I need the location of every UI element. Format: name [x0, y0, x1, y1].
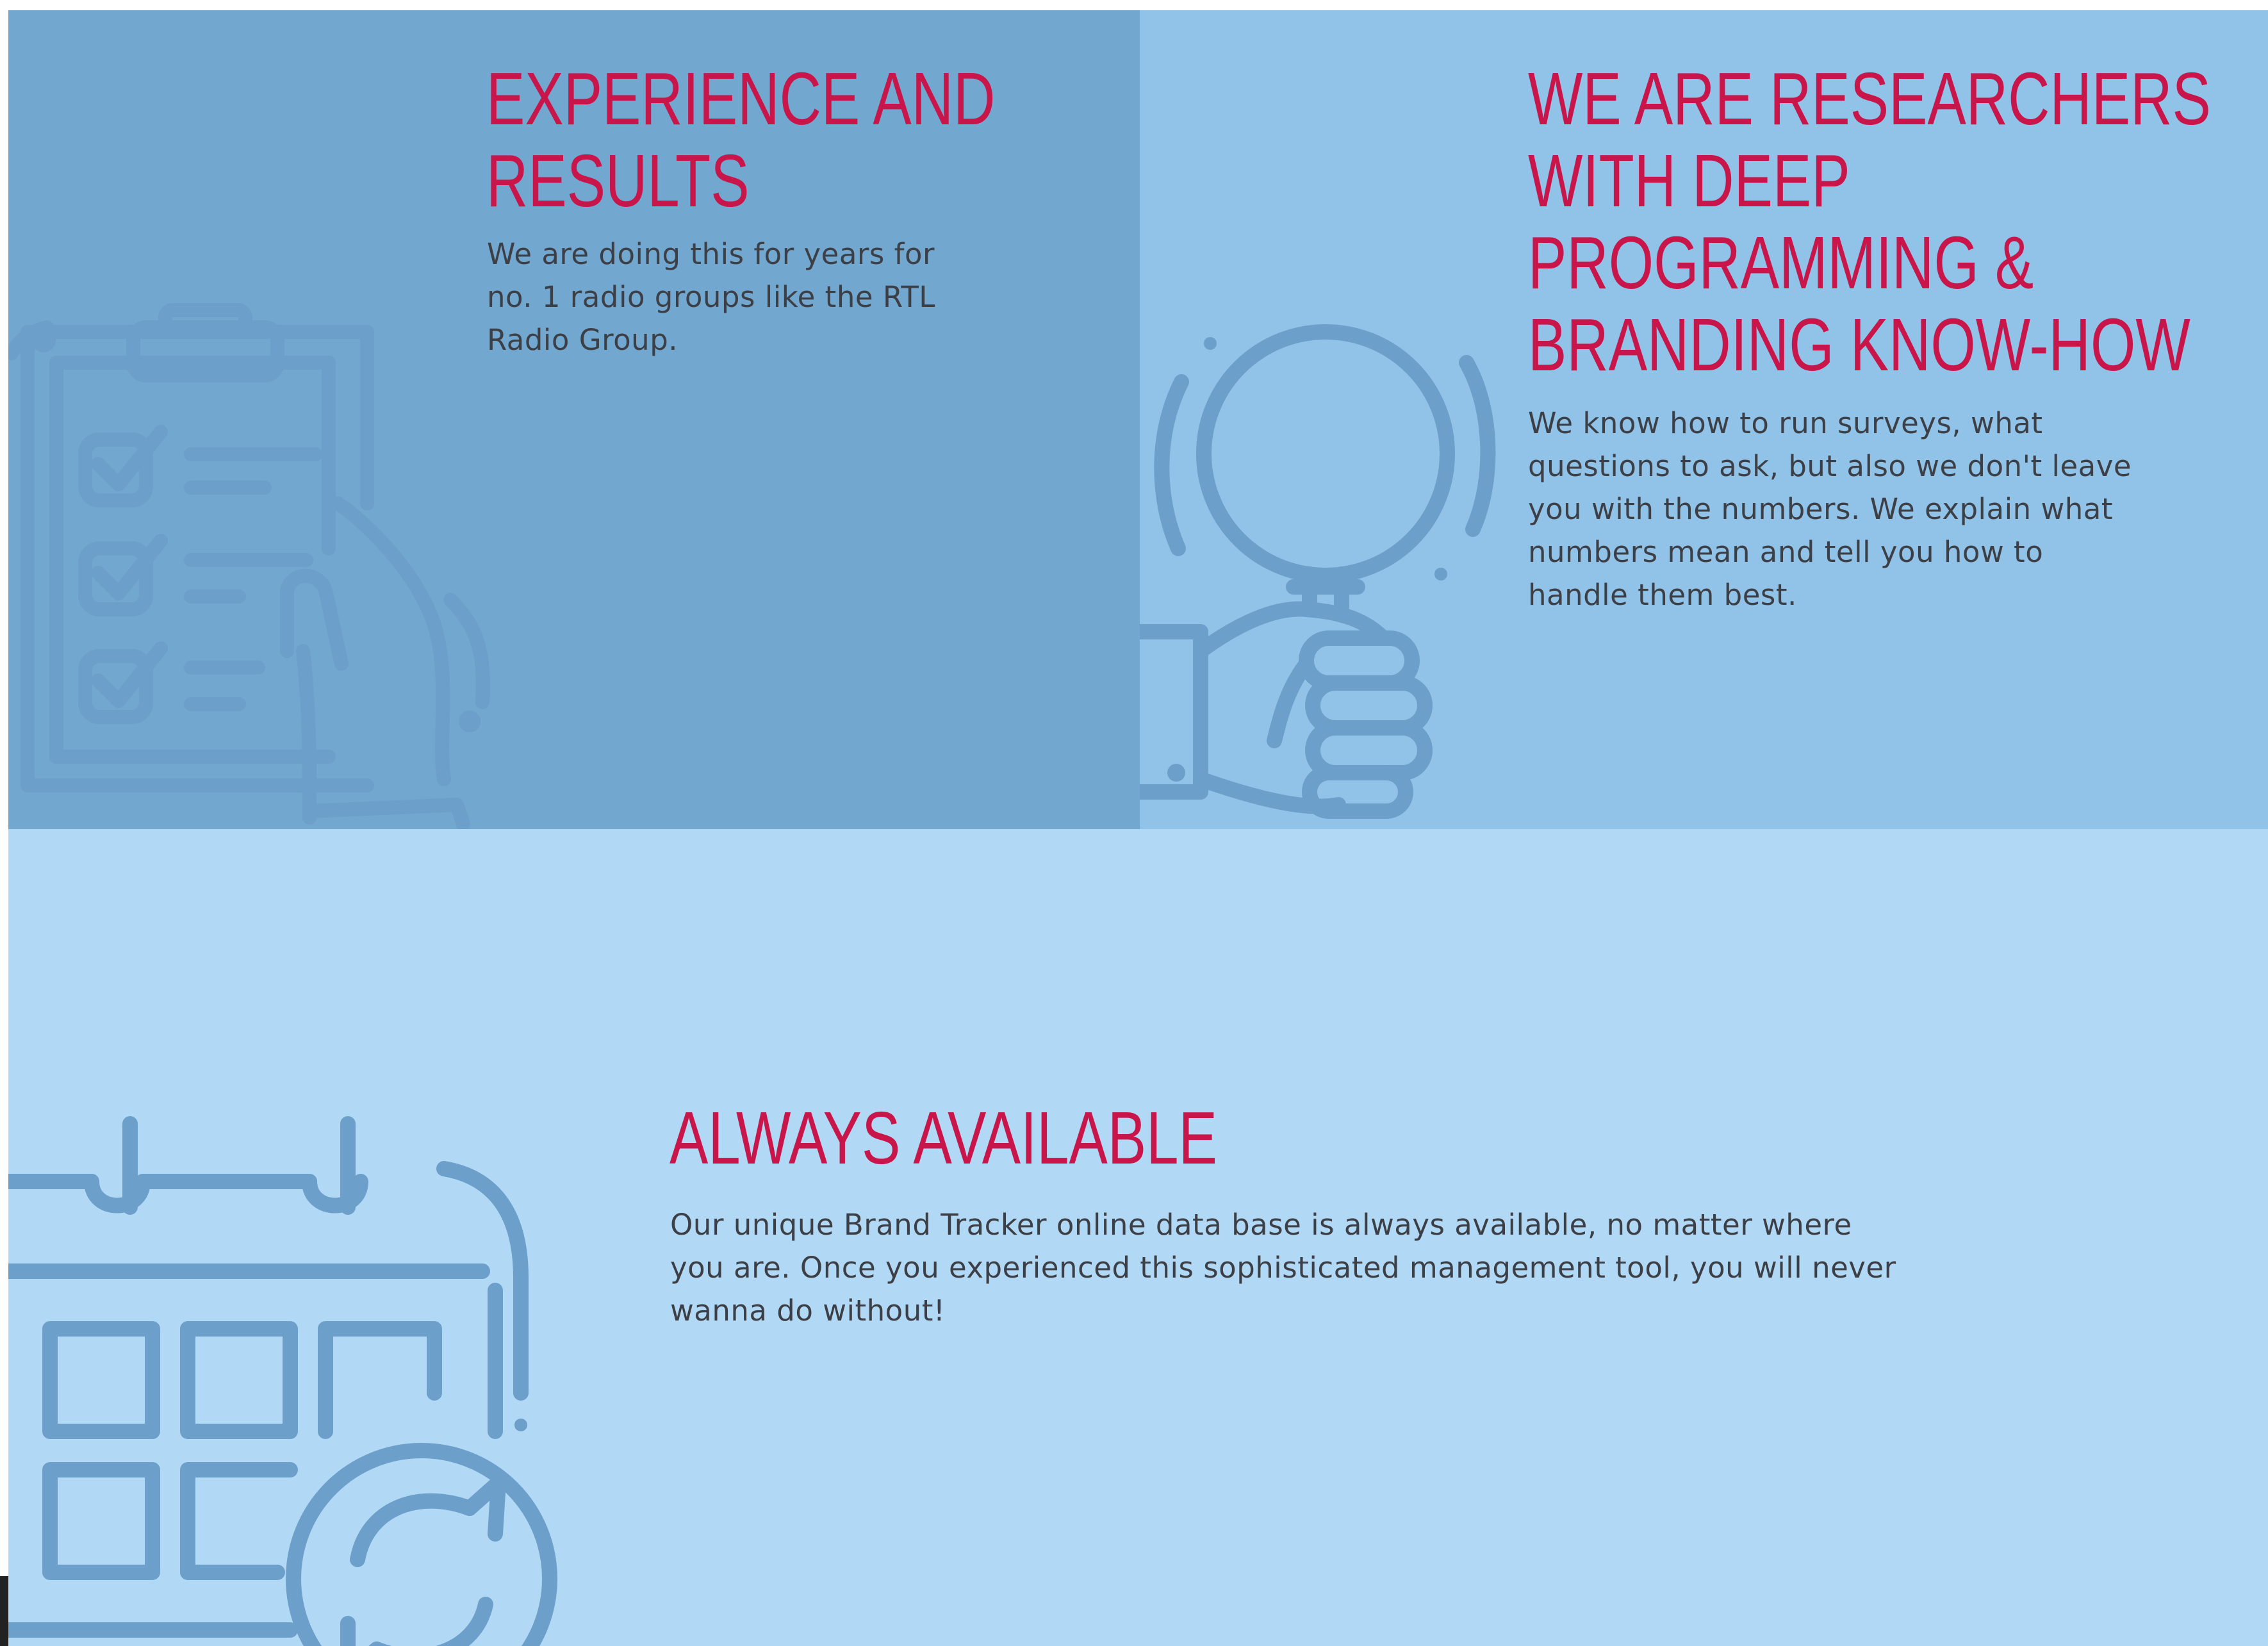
description-line: We are doing this for years for [487, 237, 935, 271]
description-line: handle them best. [1528, 578, 1797, 612]
title-line: RESULTS [486, 139, 750, 222]
feature-panel-experience: EXPERIENCE AND RESULTS We are doing this… [8, 10, 1140, 829]
title-line: ALWAYS AVAILABLE [670, 1096, 1217, 1180]
title-line: EXPERIENCE AND [486, 57, 996, 140]
feature-panel-available: ALWAYS AVAILABLE Our unique Brand Tracke… [8, 829, 2268, 1646]
title-line: PROGRAMMING & [1528, 221, 2034, 304]
description-line: We know how to run surveys, what [1528, 406, 2043, 440]
description-line: wanna do without! [670, 1294, 946, 1328]
description-line: no. 1 radio groups like the RTL [487, 280, 935, 314]
title-line: WE ARE RESEARCHERS [1528, 57, 2211, 140]
magnifying-glass-hand-icon [1140, 324, 1496, 819]
description-line: Our unique Brand Tracker online data bas… [670, 1208, 1852, 1242]
feature-description-available: Our unique Brand Tracker online data bas… [670, 1203, 2054, 1332]
title-line: WITH DEEP [1528, 139, 1850, 222]
description-line: questions to ask, but also we don't leav… [1528, 449, 2132, 483]
description-line: you are. Once you experienced this sophi… [670, 1251, 1896, 1285]
description-line: you with the numbers. We explain what [1528, 492, 2113, 526]
clipboard-checklist-icon [8, 303, 490, 829]
page-edge-strip [0, 1576, 8, 1646]
description-line: numbers mean and tell you how to [1528, 535, 2044, 569]
feature-title-experience: EXPERIENCE AND RESULTS [486, 58, 1036, 222]
title-line: BRANDING KNOW-HOW [1528, 303, 2190, 386]
feature-description-researchers: We know how to run surveys, what questio… [1528, 402, 2268, 616]
feature-title-researchers: WE ARE RESEARCHERS WITH DEEP PROGRAMMING… [1528, 58, 2228, 386]
description-line: Radio Group. [487, 323, 678, 357]
calendar-refresh-icon [8, 1116, 557, 1646]
feature-title-available: ALWAYS AVAILABLE [670, 1097, 1369, 1179]
feature-description-experience: We are doing this for years for no. 1 ra… [487, 233, 1031, 361]
feature-panel-researchers: WE ARE RESEARCHERS WITH DEEP PROGRAMMING… [1140, 10, 2268, 829]
